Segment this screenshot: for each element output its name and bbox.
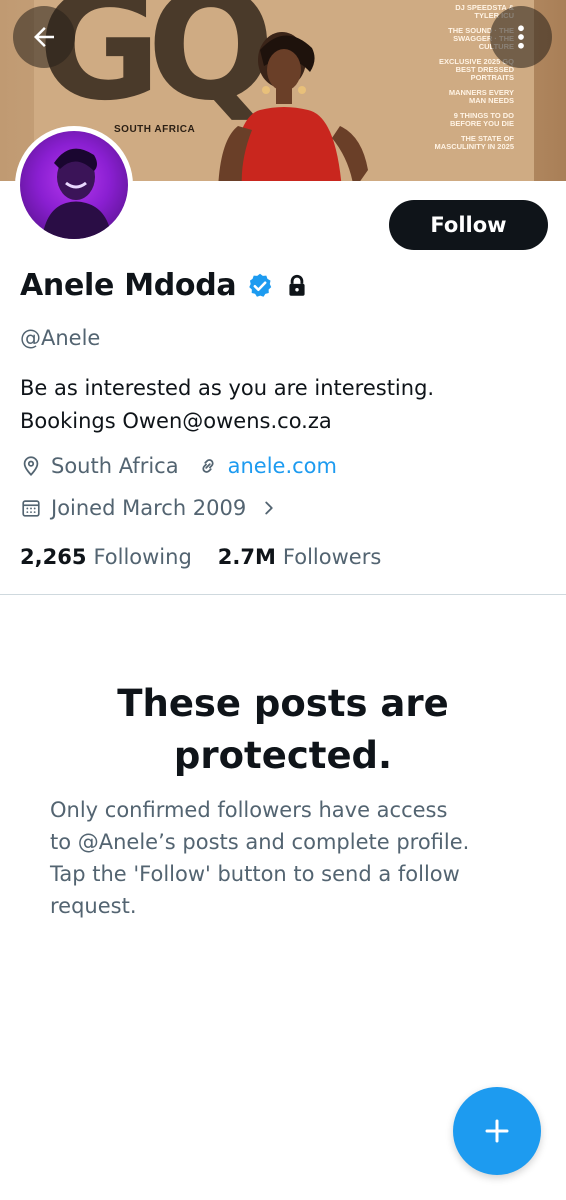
profile-website-link[interactable]: anele.com bbox=[228, 454, 337, 478]
following-label: Following bbox=[93, 545, 192, 569]
banner-cover-line: THE STATE OF MASCULINITY IN 2025 bbox=[434, 134, 514, 151]
profile-bio: Be as interested as you are interesting.… bbox=[20, 372, 434, 438]
profile-handle: @Anele bbox=[20, 326, 101, 350]
link-icon bbox=[202, 459, 214, 473]
more-options-button[interactable] bbox=[490, 6, 552, 68]
profile-stats: 2,265 Following 2.7M Followers bbox=[20, 545, 381, 569]
bio-line: Be as interested as you are interesting. bbox=[20, 376, 435, 400]
banner-cover-line: MANNERS EVERY MAN NEEDS bbox=[448, 88, 514, 105]
protected-title-line: These posts are bbox=[117, 682, 449, 725]
avatar-image bbox=[20, 131, 128, 239]
followers-stat[interactable]: 2.7M Followers bbox=[218, 545, 381, 569]
protected-desc-line: to @Anele’s posts and complete profile. bbox=[50, 830, 470, 854]
followers-count: 2.7M bbox=[217, 545, 276, 569]
banner-cover-line: 9 THINGS TO DO BEFORE YOU DIE bbox=[449, 111, 514, 128]
protected-posts-description: Only confirmed followers have access to … bbox=[50, 794, 520, 922]
protected-desc-line: request. bbox=[50, 894, 137, 918]
section-divider bbox=[0, 594, 566, 595]
verified-badge-icon[interactable] bbox=[246, 272, 274, 300]
calendar-icon bbox=[22, 500, 40, 517]
profile-location: South Africa bbox=[51, 454, 179, 478]
following-stat[interactable]: 2,265 Following bbox=[20, 545, 192, 569]
chevron-right-icon bbox=[265, 501, 273, 515]
more-vertical-icon bbox=[518, 25, 524, 49]
profile-meta-row: South Africa anele.com bbox=[20, 454, 337, 478]
profile-joined-date: Joined March 2009 bbox=[51, 496, 247, 520]
protected-desc-line: Only confirmed followers have access bbox=[50, 798, 448, 822]
following-count: 2,265 bbox=[20, 545, 87, 569]
display-name: Anele Mdoda bbox=[20, 268, 237, 303]
protected-posts-title: These posts are protected. bbox=[0, 678, 566, 782]
banner-region-text: SOUTH AFRICA bbox=[114, 124, 196, 135]
follow-button[interactable]: Follow bbox=[389, 200, 548, 250]
bio-line: Bookings Owen@owens.co.za bbox=[20, 409, 332, 433]
protected-desc-line: Tap the 'Follow' button to send a follow bbox=[50, 862, 460, 886]
arrow-left-icon bbox=[34, 27, 54, 47]
profile-joined-row[interactable]: Joined March 2009 bbox=[20, 496, 278, 520]
avatar[interactable] bbox=[15, 126, 133, 244]
location-pin-icon bbox=[23, 456, 39, 476]
display-name-row: Anele Mdoda bbox=[20, 268, 310, 303]
lock-icon bbox=[289, 274, 305, 296]
plus-icon bbox=[485, 1119, 509, 1143]
banner-cover-person-image bbox=[218, 32, 368, 181]
compose-fab-button[interactable] bbox=[453, 1087, 541, 1175]
back-button[interactable] bbox=[13, 6, 75, 68]
avatar-portrait-image bbox=[42, 148, 112, 239]
followers-label: Followers bbox=[282, 545, 382, 569]
protected-title-line: protected. bbox=[173, 734, 393, 777]
